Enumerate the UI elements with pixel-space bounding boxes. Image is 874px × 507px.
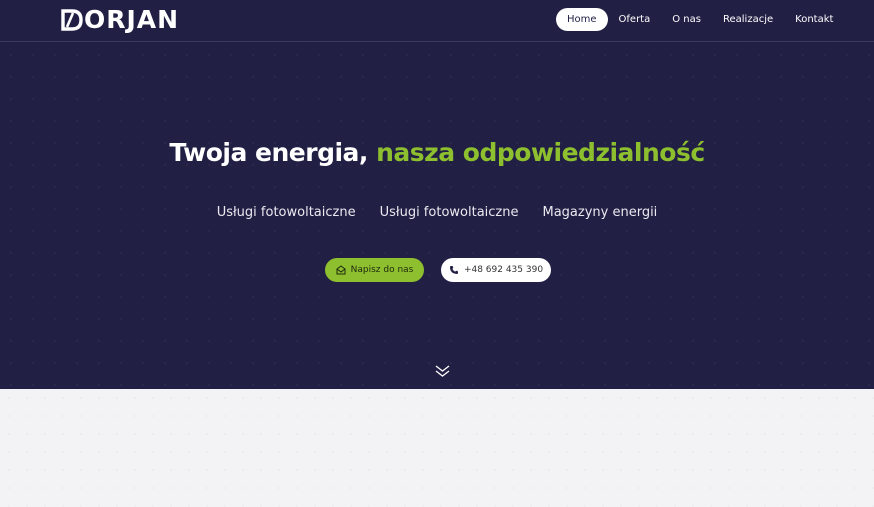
service-item: Magazyny energii	[542, 205, 658, 220]
hero-headline: Twoja energia, nasza odpowiedzialność	[0, 138, 874, 167]
phone-number-label: +48 692 435 390	[463, 265, 544, 275]
headline-part-1: Twoja energia,	[169, 138, 377, 167]
write-to-us-label: Napisz do nas	[350, 265, 414, 275]
nav-item-home[interactable]: Home	[556, 8, 608, 31]
service-item: Usługi fotowoltaiczne	[379, 205, 519, 220]
service-item: Usługi fotowoltaiczne	[216, 205, 356, 220]
hero-section: ORJAN Home Oferta O nas Realizacje Konta…	[0, 0, 874, 389]
envelope-open-icon	[336, 265, 346, 275]
phone-icon	[449, 265, 459, 275]
stylized-d-bolt-icon	[61, 9, 83, 31]
nav-item-o-nas[interactable]: O nas	[661, 8, 712, 31]
double-chevron-down-icon[interactable]	[434, 363, 451, 379]
headline-accent: nasza odpowiedzialność	[376, 138, 705, 167]
main-nav: Home Oferta O nas Realizacje Kontakt	[556, 8, 844, 31]
phone-button[interactable]: +48 692 435 390	[441, 258, 551, 282]
content-section	[0, 389, 874, 507]
logo-text: ORJAN	[84, 5, 180, 34]
nav-item-realizacje[interactable]: Realizacje	[712, 8, 784, 31]
services-list: Usługi fotowoltaiczne Usługi fotowoltaic…	[0, 205, 874, 220]
write-to-us-button[interactable]: Napisz do nas	[325, 258, 424, 282]
nav-item-kontakt[interactable]: Kontakt	[784, 8, 844, 31]
top-navigation-bar: ORJAN Home Oferta O nas Realizacje Konta…	[0, 0, 874, 42]
nav-item-oferta[interactable]: Oferta	[608, 8, 662, 31]
site-logo[interactable]: ORJAN	[61, 6, 179, 34]
